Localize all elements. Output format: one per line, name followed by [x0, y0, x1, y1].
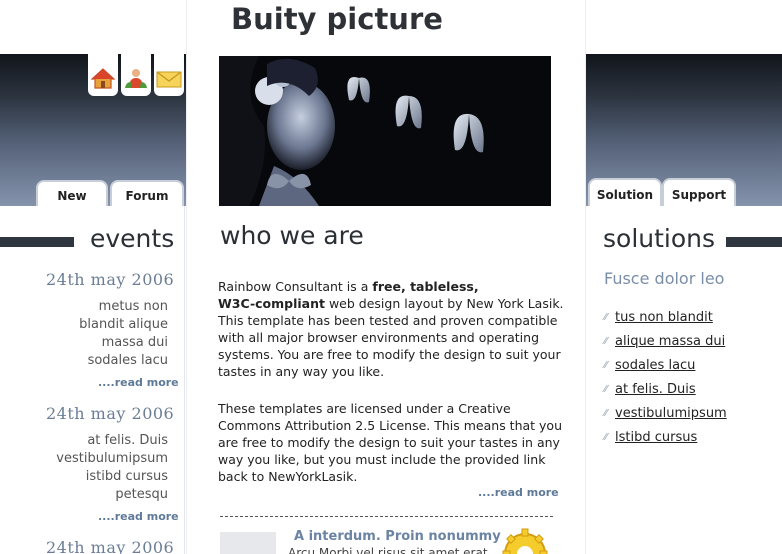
event-line: metus non: [98, 299, 168, 314]
main-read-more-link[interactable]: ....read more: [478, 486, 559, 499]
users-button[interactable]: [121, 54, 151, 96]
intro-text: Rainbow Consultant is a: [218, 279, 373, 294]
users-icon: [124, 67, 148, 93]
solutions-list: ⁄⁄ tus non blandit ⁄⁄ alique massa dui ⁄⁄ s…: [604, 305, 727, 449]
solution-link[interactable]: at felis. Duis: [615, 382, 696, 397]
event-line: sodales lacu: [87, 353, 168, 368]
event-read-more-link[interactable]: ....read more: [98, 510, 179, 523]
event-line: at felis. Duis: [87, 433, 168, 448]
solution-link[interactable]: alique massa dui: [615, 334, 725, 349]
list-item: ⁄⁄ tus non blandit: [604, 305, 727, 329]
tab-new-label: New: [57, 189, 87, 203]
bullet-icon: ⁄⁄: [604, 432, 608, 443]
divider: [220, 516, 553, 517]
solution-link[interactable]: tus non blandit: [615, 310, 713, 325]
home-button[interactable]: [88, 54, 118, 96]
intro-bold: W3C-compliant: [218, 296, 325, 311]
events-heading: events: [90, 224, 175, 253]
solution-link[interactable]: sodales lacu: [615, 358, 695, 373]
tab-solution-label: Solution: [596, 188, 654, 202]
bullet-icon: ⁄⁄: [604, 312, 608, 323]
event-date: 24th may 2006: [46, 270, 175, 289]
list-item: ⁄⁄ lstibd cursus: [604, 425, 727, 449]
bullet-icon: ⁄⁄: [604, 384, 608, 395]
solutions-bar: [726, 237, 782, 247]
section-heading-who: who we are: [220, 221, 364, 250]
event-text: metus non blandit alique massa dui sodal…: [0, 298, 168, 370]
site-title: Buity picture: [231, 2, 443, 36]
event-line: massa dui: [101, 335, 168, 350]
events-bar: [0, 237, 74, 247]
event-read-more-link[interactable]: ....read more: [98, 376, 179, 389]
event-line: blandit alique: [79, 317, 168, 332]
intro-paragraph: Rainbow Consultant is a free, tableless,…: [218, 278, 566, 380]
page: Buity picture New Forum Solution Support…: [0, 0, 782, 554]
list-item: ⁄⁄ alique massa dui: [604, 329, 727, 353]
bullet-icon: ⁄⁄: [604, 360, 608, 371]
tab-forum[interactable]: Forum: [110, 180, 184, 206]
gear-icon: [498, 526, 552, 554]
news-subtitle: Arcu Morbi vel risus sit amet erat: [288, 546, 488, 554]
event-line: petesqu: [115, 487, 168, 502]
left-divider: [184, 206, 185, 554]
mail-button[interactable]: [154, 54, 184, 96]
list-item: ⁄⁄ vestibulumipsum: [604, 401, 727, 425]
home-icon: [90, 67, 116, 93]
solution-link[interactable]: lstibd cursus: [615, 430, 697, 445]
hero-image: [219, 56, 551, 206]
bullet-icon: ⁄⁄: [604, 408, 608, 419]
license-paragraph: These templates are licensed under a Cre…: [218, 401, 563, 484]
solution-link[interactable]: vestibulumipsum: [615, 406, 727, 421]
solutions-subheading: Fusce dolor leo: [604, 269, 725, 288]
event-date: 24th may 2006: [46, 538, 175, 554]
list-item: ⁄⁄ at felis. Duis: [604, 377, 727, 401]
news-number-box: [220, 532, 276, 554]
tab-solution[interactable]: Solution: [588, 178, 662, 206]
tab-new[interactable]: New: [36, 180, 108, 206]
intro-bold: free, tableless,: [372, 279, 479, 294]
solutions-heading: solutions: [603, 224, 716, 253]
news-title[interactable]: A interdum. Proin nonummy: [294, 529, 501, 544]
tab-support[interactable]: Support: [662, 178, 736, 206]
bullet-icon: ⁄⁄: [604, 336, 608, 347]
event-text: at felis. Duis vestibulumipsum istibd cu…: [0, 432, 168, 504]
list-item: ⁄⁄ sodales lacu: [604, 353, 727, 377]
event-line: istibd cursus: [85, 469, 168, 484]
tab-support-label: Support: [671, 188, 727, 202]
event-line: vestibulumipsum: [56, 451, 168, 466]
event-date: 24th may 2006: [46, 404, 175, 423]
mail-icon: [156, 69, 182, 93]
tab-forum-label: Forum: [125, 189, 169, 203]
